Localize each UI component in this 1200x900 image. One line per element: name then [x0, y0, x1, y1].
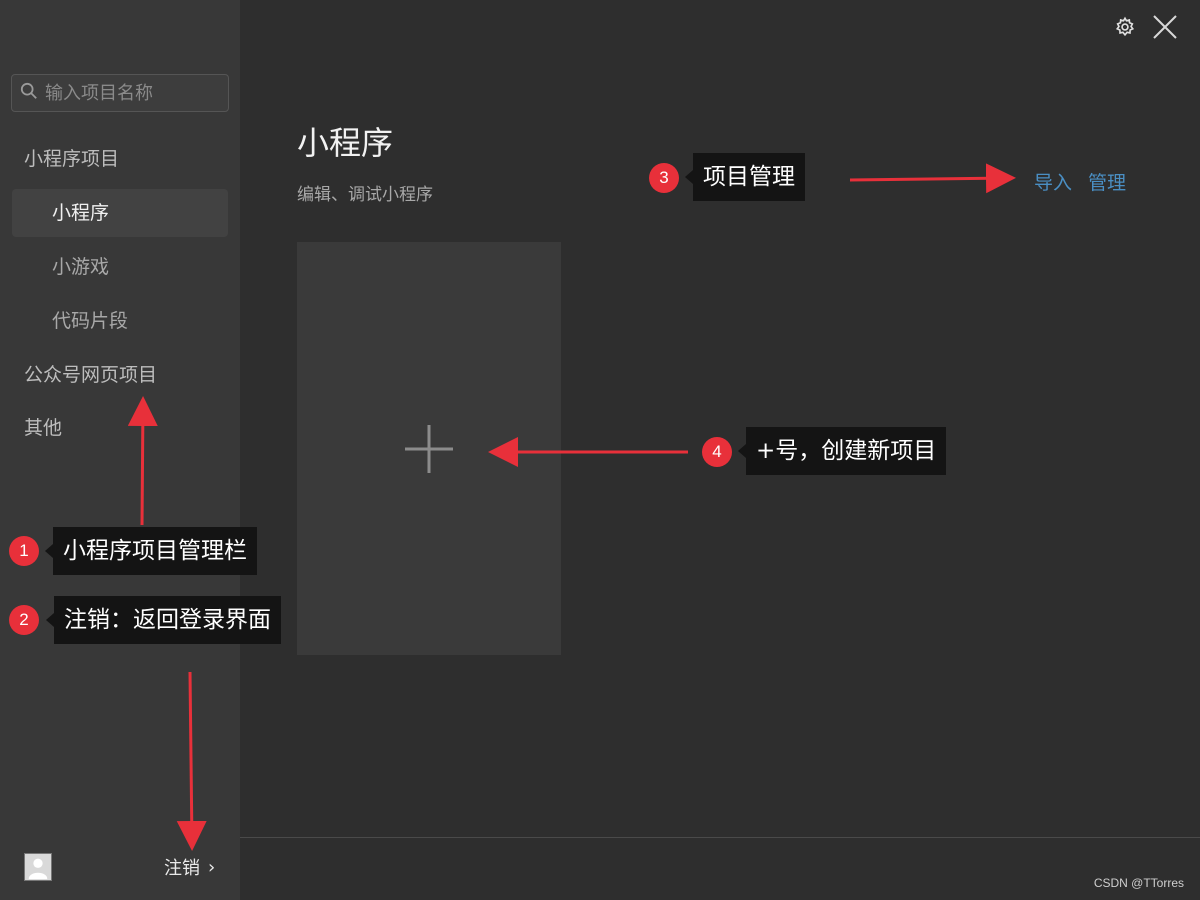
create-project-card[interactable] [297, 242, 561, 655]
arrow-3 [849, 163, 1016, 194]
sidebar-group-miniprogram[interactable]: 小程序项目 [24, 135, 119, 183]
annotation-badge-2: 2 [9, 605, 39, 635]
sidebar-group-other[interactable]: 其他 [24, 404, 62, 452]
window-controls [1114, 14, 1178, 40]
annotation-callout-4: +号，创建新项目 [737, 427, 947, 475]
page-title: 小程序 [297, 124, 394, 162]
annotation-callout-3: 项目管理 [685, 153, 805, 201]
project-actions: 导入 管理 [1034, 168, 1142, 195]
search-box[interactable] [11, 74, 229, 112]
close-icon[interactable] [1152, 14, 1178, 40]
logout-label: 注销 [164, 858, 200, 879]
annotation-badge-1: 1 [9, 536, 39, 566]
footer-divider [240, 837, 1200, 838]
logout-button[interactable]: 注销 › [164, 853, 215, 881]
plus-icon [405, 424, 453, 473]
annotation-badge-4: 4 [702, 437, 732, 467]
annotation-callout-2: 注销：返回登录界面 [46, 596, 281, 644]
annotation-callout-1: 小程序项目管理栏 [45, 527, 257, 575]
import-link[interactable]: 导入 [1034, 168, 1072, 195]
avatar[interactable] [24, 853, 52, 881]
page-subtitle: 编辑、调试小程序 [297, 185, 433, 205]
gear-icon[interactable] [1114, 16, 1136, 38]
user-icon [28, 858, 48, 880]
sidebar: 小程序项目 小程序 小游戏 代码片段 公众号网页项目 其他 注销 › [0, 0, 240, 900]
search-input[interactable] [45, 82, 225, 104]
sidebar-item-code-snippet[interactable]: 代码片段 [12, 297, 228, 345]
annotation-badge-3: 3 [649, 163, 679, 193]
sidebar-item-miniprogram[interactable]: 小程序 [12, 189, 228, 237]
sidebar-group-official-account[interactable]: 公众号网页项目 [24, 351, 157, 399]
sidebar-item-minigame[interactable]: 小游戏 [12, 243, 228, 291]
watermark: CSDN @TTorres [1093, 876, 1184, 890]
chevron-right-icon: › [208, 856, 216, 878]
manage-link[interactable]: 管理 [1088, 168, 1126, 195]
search-icon [20, 82, 38, 104]
